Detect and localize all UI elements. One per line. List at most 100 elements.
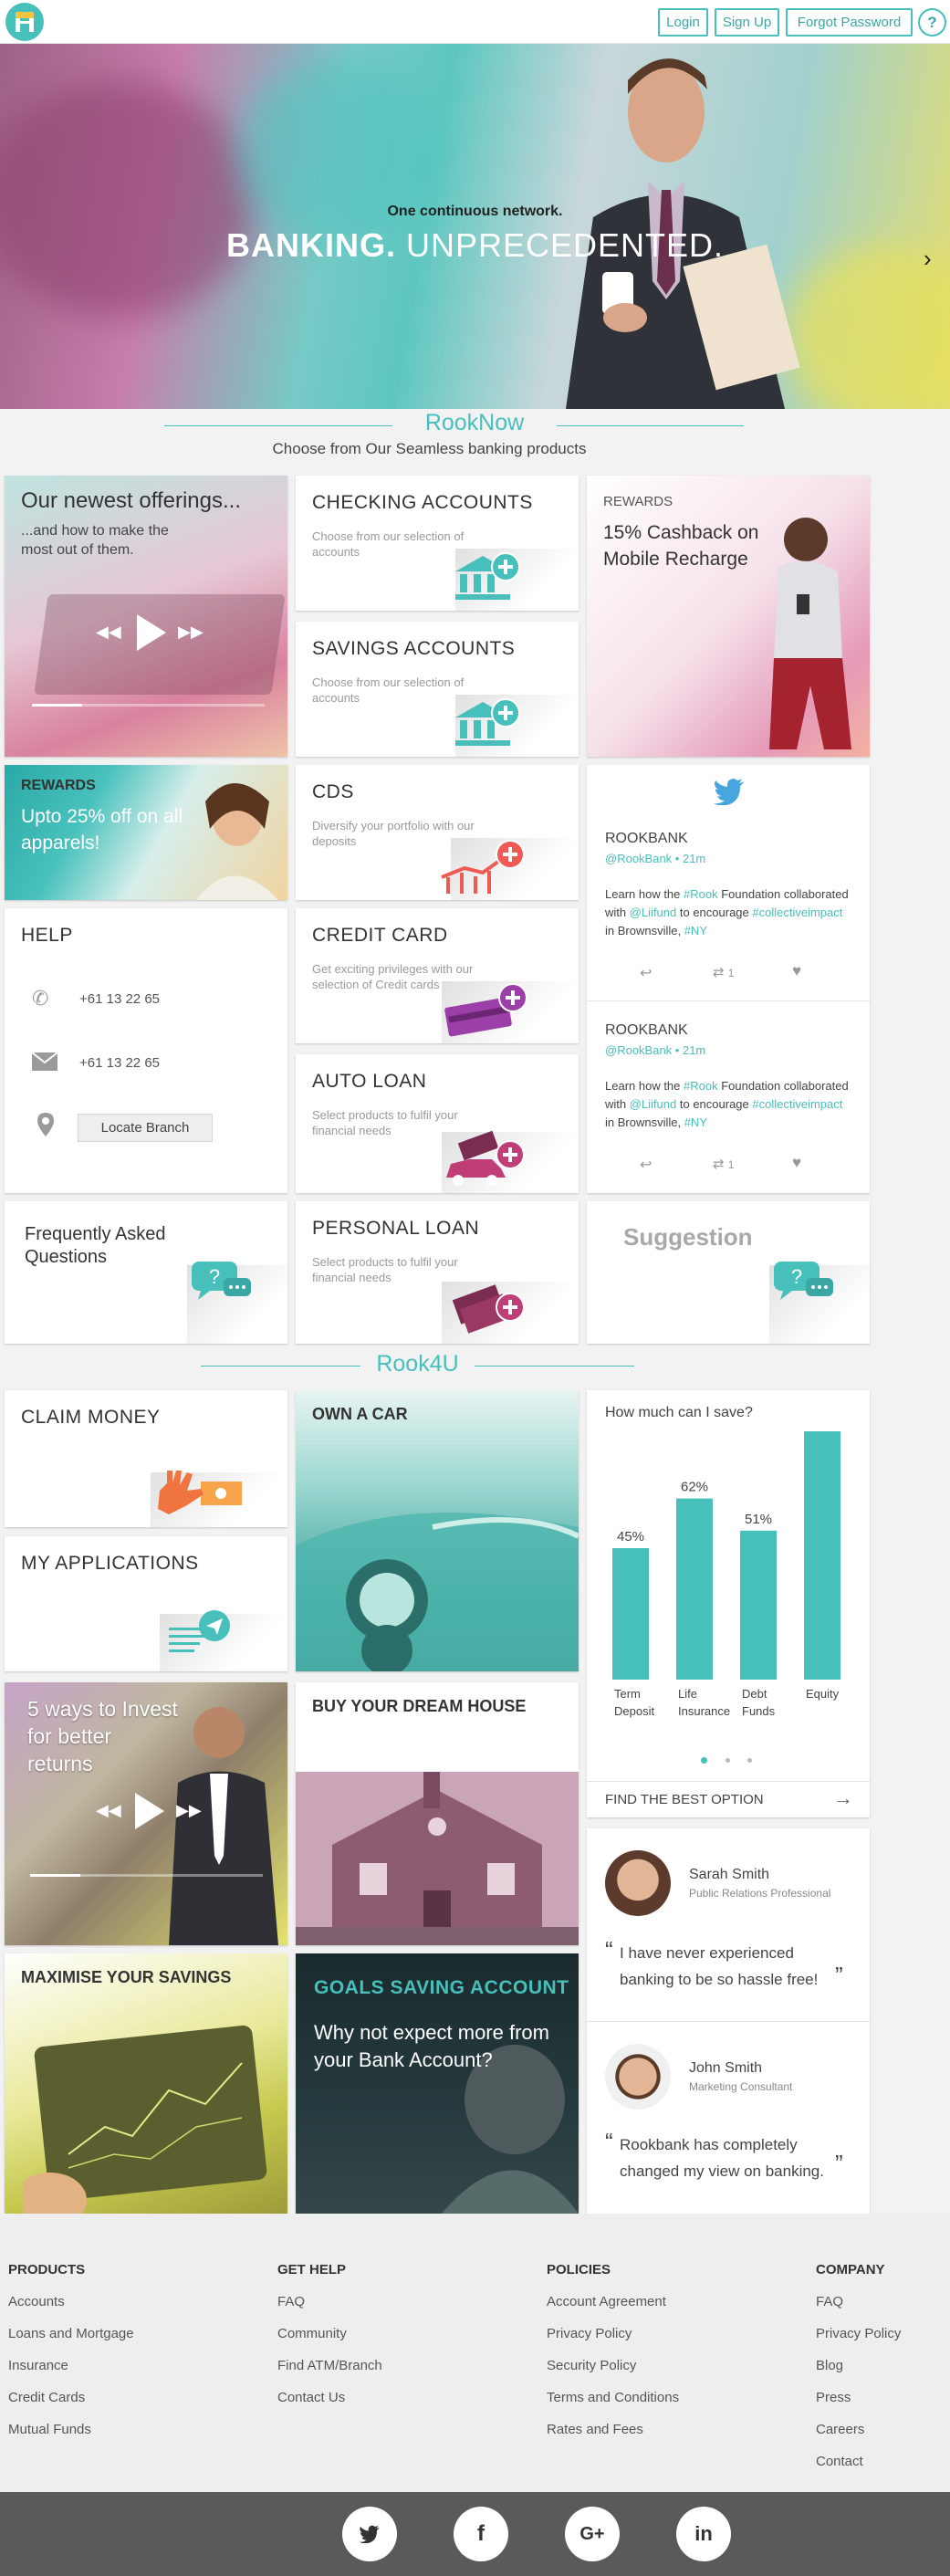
suggestion-title: Suggestion [623, 1223, 753, 1251]
testimonial-quote: I have never experienced banking to be s… [620, 1944, 819, 1988]
retweet-icon[interactable]: ⇄ 1 [713, 1156, 734, 1172]
rewards-text: Upto 25% off on all apparels! [21, 806, 183, 853]
cds-card[interactable]: CDS Diversify your portfolio with our de… [296, 765, 579, 900]
rewards-mobile-card[interactable]: REWARDS 15% Cashback on Mobile Recharge [587, 476, 870, 757]
help-email[interactable]: +61 13 22 65 [79, 1055, 160, 1071]
tweet-mention[interactable]: @Liifund [630, 1097, 677, 1111]
facebook-icon[interactable]: f [454, 2507, 508, 2561]
footer-link[interactable]: Insurance [8, 2358, 68, 2373]
footer-link[interactable]: FAQ [277, 2294, 305, 2309]
faq-card[interactable]: Frequently Asked Questions ? [5, 1201, 287, 1344]
twitter-icon[interactable] [342, 2507, 397, 2561]
tweet-mention[interactable]: @Liifund [630, 906, 677, 919]
chevron-right-icon[interactable]: › [924, 245, 932, 273]
fast-forward-icon[interactable]: ▶▶ [178, 623, 204, 642]
footer-link[interactable]: Security Policy [547, 2358, 636, 2373]
video-progress-track[interactable] [30, 1874, 263, 1877]
help-icon[interactable]: ? [918, 8, 946, 37]
reply-icon[interactable]: ↩ [640, 1156, 652, 1174]
chart-category-label: Funds [742, 1704, 776, 1718]
own-a-car-card[interactable]: OWN A CAR [296, 1390, 579, 1671]
forgot-password-button[interactable]: Forgot Password [786, 8, 913, 37]
tweet-hashtag[interactable]: #NY [684, 924, 707, 937]
footer-heading: COMPANY [816, 2262, 885, 2278]
play-icon[interactable] [137, 614, 166, 651]
credit-card-card[interactable]: CREDIT CARD Get exciting privileges with… [296, 908, 579, 1043]
growth-chart-plus-icon [441, 840, 525, 894]
footer-link[interactable]: Contact Us [277, 2390, 345, 2405]
rewind-icon[interactable]: ◀◀ [96, 1801, 121, 1820]
footer-link[interactable]: Rates and Fees [547, 2422, 643, 2437]
maximise-savings-card[interactable]: MAXIMISE YOUR SAVINGS [5, 1953, 287, 2214]
personal-loan-card[interactable]: PERSONAL LOAN Select products to fulfil … [296, 1201, 579, 1344]
offerings-video-card[interactable]: Our newest offerings... ...and how to ma… [5, 476, 287, 757]
savings-accounts-card[interactable]: SAVINGS ACCOUNTS Choose from our selecti… [296, 622, 579, 757]
footer-link[interactable]: Accounts [8, 2294, 65, 2309]
google-plus-icon[interactable]: G+ [565, 2507, 620, 2561]
chart-category-label: Deposit [614, 1704, 654, 1718]
footer-link[interactable]: Careers [816, 2422, 864, 2437]
tweet-text-part: in Brownsville, [605, 924, 684, 937]
tweet-hashtag[interactable]: #Rook [684, 887, 718, 901]
auto-loan-card[interactable]: AUTO LOAN Select products to fulfil your… [296, 1054, 579, 1193]
location-pin-icon [37, 1113, 54, 1136]
rookbank-logo[interactable] [5, 3, 44, 41]
my-applications-card[interactable]: MY APPLICATIONS [5, 1536, 287, 1671]
footer-link[interactable]: Privacy Policy [547, 2326, 632, 2341]
rewind-icon[interactable]: ◀◀ [96, 623, 121, 642]
footer-link[interactable]: Loans and Mortgage [8, 2326, 134, 2341]
footer-link[interactable]: Community [277, 2326, 347, 2341]
carousel-dot[interactable] [726, 1758, 730, 1763]
login-button[interactable]: Login [658, 8, 708, 37]
checking-accounts-card[interactable]: CHECKING ACCOUNTS Choose from our select… [296, 476, 579, 611]
footer-link[interactable]: Find ATM/Branch [277, 2358, 382, 2373]
chart-category-label: Debt [742, 1687, 767, 1701]
reply-icon[interactable]: ↩ [640, 964, 652, 982]
tweet-author: ROOKBANK [605, 1022, 688, 1038]
play-icon[interactable] [135, 1793, 164, 1829]
chart-bar [612, 1548, 649, 1680]
footer-link[interactable]: Credit Cards [8, 2390, 85, 2405]
footer-link[interactable]: Terms and Conditions [547, 2390, 679, 2405]
retweet-icon[interactable]: ⇄ 1 [713, 964, 734, 980]
tweet-time: 21m [682, 1043, 706, 1057]
signup-button[interactable]: Sign Up [715, 8, 779, 37]
help-phone[interactable]: +61 13 22 65 [79, 991, 160, 1007]
linkedin-icon[interactable]: in [676, 2507, 731, 2561]
like-icon[interactable]: ♥ [792, 962, 801, 980]
goals-saving-card[interactable]: GOALS SAVING ACCOUNT Why not expect more… [296, 1953, 579, 2214]
tweet-hashtag[interactable]: #Rook [684, 1079, 718, 1093]
claim-money-card[interactable]: CLAIM MONEY [5, 1390, 287, 1527]
footer-link[interactable]: Contact [816, 2454, 863, 2469]
locate-branch-button[interactable]: Locate Branch [78, 1114, 213, 1142]
tweet-hashtag[interactable]: #NY [684, 1115, 707, 1129]
tweet-hashtag[interactable]: #collectiveimpact [752, 906, 842, 919]
carousel-dot-active[interactable] [701, 1757, 707, 1764]
tweet-handle[interactable]: @RookBank [605, 1043, 672, 1057]
top-header: Login Sign Up Forgot Password ? [0, 0, 950, 44]
fast-forward-icon[interactable]: ▶▶ [176, 1801, 202, 1820]
carousel-dot[interactable] [747, 1758, 752, 1763]
tweet-hashtag[interactable]: #collectiveimpact [752, 1097, 842, 1111]
video-progress-track[interactable] [32, 704, 265, 707]
footer-link[interactable]: Press [816, 2390, 851, 2405]
credit-title: CREDIT CARD [312, 925, 448, 946]
tweet-text: Learn how the #Rook Foundation collabora… [605, 885, 851, 940]
suggestion-card[interactable]: Suggestion ? [587, 1201, 870, 1344]
footer-link[interactable]: Account Agreement [547, 2294, 666, 2309]
like-icon[interactable]: ♥ [792, 1154, 801, 1172]
arrow-right-icon[interactable]: → [833, 1786, 853, 1810]
dream-house-card[interactable]: BUY YOUR DREAM HOUSE [296, 1682, 579, 1945]
hero-title: BANKING. UNPRECEDENTED. [0, 226, 950, 265]
twitter-bird-icon[interactable] [713, 778, 746, 805]
footer-link[interactable]: Blog [816, 2358, 843, 2373]
footer-link[interactable]: Mutual Funds [8, 2422, 91, 2437]
invest-video-card[interactable]: 5 ways to Invest for better returns ◀◀ ▶… [5, 1682, 287, 1945]
footer-link[interactable]: FAQ [816, 2294, 843, 2309]
rewards-apparel-card[interactable]: REWARDS Upto 25% off on all apparels! [5, 765, 287, 900]
tweet-handle[interactable]: @RookBank [605, 852, 672, 865]
car-money-plus-icon [446, 1130, 525, 1186]
svg-text:?: ? [209, 1265, 220, 1288]
footer-link[interactable]: Privacy Policy [816, 2326, 901, 2341]
find-best-option-link[interactable]: FIND THE BEST OPTION [605, 1792, 764, 1807]
